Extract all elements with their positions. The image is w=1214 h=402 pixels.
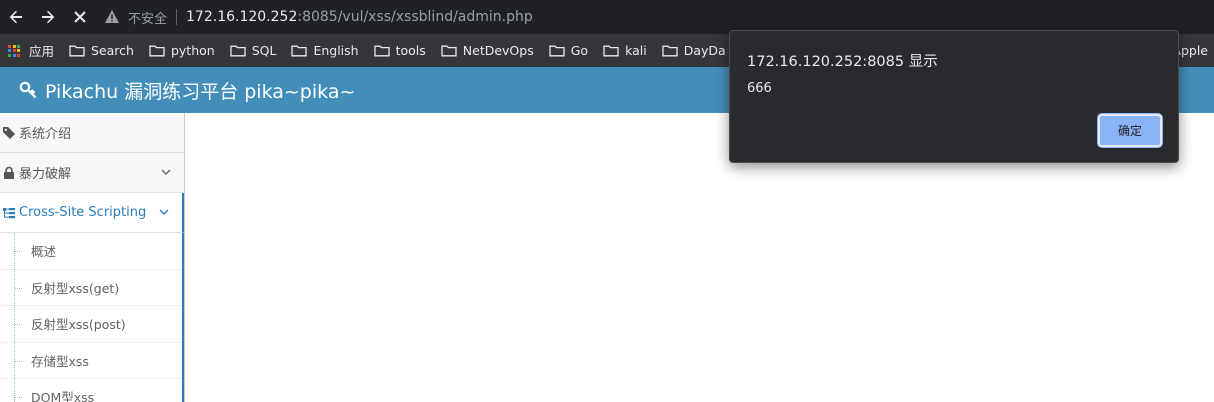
bookmark-english[interactable]: English — [291, 43, 359, 58]
bookmark-dayda[interactable]: DayDa — [662, 43, 726, 58]
bookmark-python[interactable]: python — [149, 43, 215, 58]
url-host: 172.16.120.252 — [186, 9, 298, 25]
folder-icon — [69, 44, 91, 57]
alert-dialog: 172.16.120.252:8085 显示 666 确定 — [729, 30, 1179, 163]
sidebar: 系统介绍 暴力破解 Cross-Site Scripting 概述 反射型xss… — [0, 113, 185, 402]
folder-icon — [603, 44, 625, 57]
address-bar[interactable]: 不安全 172.16.120.252:8085/vul/xss/xssblind… — [104, 0, 1214, 34]
page-title: Pikachu 漏洞练习平台 pika~pika~ — [45, 80, 356, 103]
apps-grid-icon — [8, 44, 20, 57]
submenu-item-dom[interactable]: DOM型xss — [0, 379, 182, 402]
arrow-left-icon — [9, 10, 22, 24]
xss-submenu: 概述 反射型xss(get) 反射型xss(post) 存储型xss DOM型x… — [0, 233, 184, 402]
folder-icon — [549, 44, 571, 57]
bookmark-label: 应用 — [29, 44, 55, 59]
close-icon — [74, 11, 86, 23]
sidebar-item-xss[interactable]: Cross-Site Scripting — [0, 193, 184, 233]
bookmark-kali[interactable]: kali — [603, 43, 647, 58]
stop-button[interactable] — [64, 0, 96, 34]
bookmark-sql[interactable]: SQL — [230, 43, 277, 58]
bookmark-label: kali — [625, 43, 647, 58]
forward-button[interactable] — [32, 0, 64, 34]
security-indicator[interactable]: 不安全 — [104, 8, 167, 27]
url-path: :8085/vul/xss/xssblind/admin.php — [297, 9, 533, 25]
back-button[interactable] — [0, 0, 32, 34]
folder-icon — [662, 44, 684, 57]
sidebar-item-label: Cross-Site Scripting — [19, 205, 147, 220]
submenu-item-reflected-post[interactable]: 反射型xss(post) — [0, 306, 182, 343]
divider — [176, 9, 178, 25]
dialog-message: 666 — [747, 81, 772, 96]
bookmark-label: SQL — [251, 43, 277, 58]
folder-icon — [373, 44, 396, 57]
arrow-right-icon — [42, 10, 55, 24]
bookmark-label: NetDevOps — [462, 43, 534, 58]
sidebar-item-label: 系统介绍 — [19, 127, 72, 142]
bookmark-netdevops[interactable]: NetDevOps — [441, 43, 534, 58]
bookmark-label: DayDa — [683, 43, 726, 58]
sitemap-icon — [2, 205, 17, 220]
bookmark-apps[interactable]: 应用 — [8, 41, 54, 60]
chevron-down-icon — [159, 209, 169, 215]
dialog-title: 172.16.120.252:8085 显示 — [747, 54, 938, 70]
tags-icon — [2, 125, 17, 140]
chevron-down-icon — [161, 169, 171, 175]
folder-icon — [441, 44, 463, 57]
browser-toolbar: 不安全 172.16.120.252:8085/vul/xss/xssblind… — [0, 0, 1214, 34]
sidebar-item-label: 暴力破解 — [19, 167, 72, 182]
sidebar-item-intro[interactable]: 系统介绍 — [0, 113, 184, 153]
key-icon — [19, 81, 37, 99]
sidebar-item-bruteforce[interactable]: 暴力破解 — [0, 153, 184, 193]
submenu-item-overview[interactable]: 概述 — [0, 233, 182, 270]
lock-icon — [2, 165, 17, 180]
folder-icon — [230, 44, 252, 57]
bookmark-label: English — [313, 43, 359, 58]
submenu-item-reflected-get[interactable]: 反射型xss(get) — [0, 270, 182, 306]
folder-icon — [291, 44, 313, 57]
insecure-label: 不安全 — [128, 11, 168, 27]
bookmark-label: Go — [570, 43, 589, 58]
ok-button[interactable]: 确定 — [1098, 114, 1162, 147]
bookmark-search[interactable]: Search — [69, 43, 134, 58]
bookmark-go[interactable]: Go — [549, 43, 588, 58]
warning-icon — [105, 10, 119, 23]
folder-icon — [149, 44, 171, 57]
bookmark-tools[interactable]: tools — [373, 43, 426, 58]
submenu-item-stored[interactable]: 存储型xss — [0, 343, 182, 379]
bookmark-label: python — [170, 43, 215, 58]
bookmark-label: Search — [91, 43, 134, 58]
bookmark-label: tools — [395, 43, 426, 58]
